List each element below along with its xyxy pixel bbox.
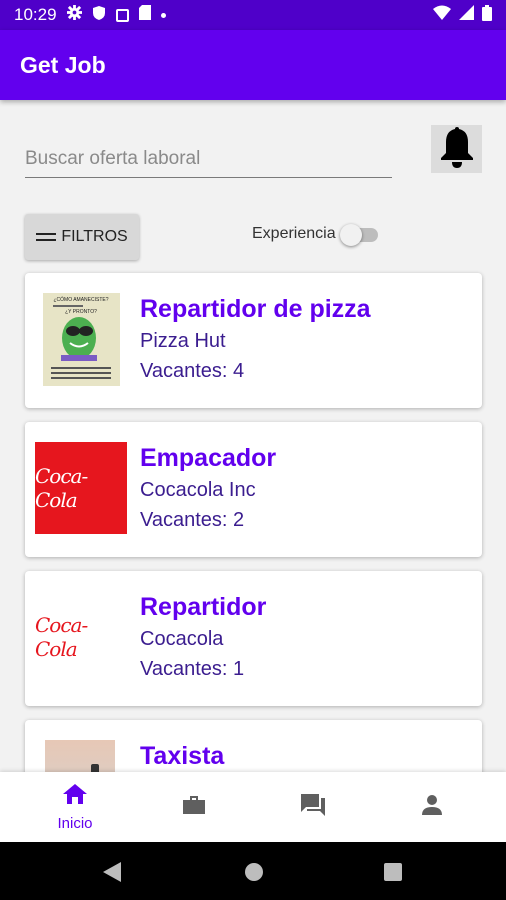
main-content: FILTROS Experiencia ¿CÓMO AMANECISTE? ¿Y… [0,100,506,772]
sd-card-icon [138,5,151,25]
job-card[interactable]: Taxista [25,720,482,772]
app-title: Get Job [20,51,106,78]
toggle-knob [339,224,362,246]
nav-profile[interactable] [369,772,495,842]
app-bar: Get Job [0,30,506,100]
nav-home[interactable]: Inicio [12,772,138,842]
experience-toggle[interactable] [339,224,378,246]
shield-icon [92,5,106,26]
status-bar: 10:29 [0,0,506,30]
job-title: Repartidor de pizza [140,295,371,323]
filters-button[interactable]: FILTROS [25,214,139,260]
notifications-button[interactable] [431,125,482,173]
nav-jobs[interactable] [131,772,257,842]
job-company: Pizza Hut [140,330,226,352]
job-card[interactable]: ¿CÓMO AMANECISTE? ¿Y PRONTO? Repartidor … [25,273,482,408]
search-input[interactable] [25,144,392,170]
cocacola-logo-text: Coca-Cola [35,464,88,512]
job-title: Taxista [140,742,225,770]
job-vacancies: Vacantes: 2 [140,509,245,531]
search-field[interactable] [25,144,392,178]
nav-home-label: Inicio [57,815,93,832]
job-vacancies: Vacantes: 4 [140,360,245,382]
system-navigation-bar [0,842,506,900]
experience-label: Experiencia [252,225,336,242]
person-icon [420,793,444,822]
job-logo-meme: ¿CÓMO AMANECISTE? ¿Y PRONTO? [43,293,120,386]
job-info: Repartidor Cocacola Vacantes: 1 [140,593,266,688]
home-icon [62,782,88,811]
nav-messages[interactable] [250,772,376,842]
briefcase-icon [181,793,207,822]
job-title: Empacador [140,444,277,472]
meme-sub-text: ¿Y PRONTO? [65,309,97,315]
menu-lines-icon [36,229,57,245]
home-circle-icon[interactable] [244,862,264,887]
job-vacancies: Vacantes: 1 [140,658,245,680]
settings-gear-icon [66,5,82,25]
signal-icon [459,5,474,25]
battery-icon [482,4,492,26]
job-company: Cocacola Inc [140,479,256,501]
app-notification-icon [115,8,129,22]
bottom-navigation: Inicio [0,772,506,842]
job-card[interactable]: Coca-Cola Repartidor Cocacola Vacantes: … [25,571,482,706]
job-logo-photo [45,740,115,772]
job-info: Taxista [140,742,224,772]
bell-icon [437,125,477,174]
recents-square-icon[interactable] [384,863,402,886]
job-logo-cocacola: Coca-Cola [35,442,127,534]
experience-switch-row: Experiencia [252,224,378,246]
job-info: Repartidor de pizza Pizza Hut Vacantes: … [140,295,371,390]
cocacola-logo-text: Coca-Cola [35,613,88,661]
status-time: 10:29 [14,5,57,24]
job-title: Repartidor [140,593,267,621]
back-icon[interactable] [103,862,121,887]
filters-label: FILTROS [61,228,128,245]
job-info: Empacador Cocacola Inc Vacantes: 2 [140,444,276,539]
job-company: Cocacola [140,628,224,650]
job-logo-cocacola: Coca-Cola [35,591,127,683]
meme-top-text: ¿CÓMO AMANECISTE? [53,296,108,303]
more-notifications-icon [160,12,166,18]
job-card[interactable]: Coca-Cola Empacador Cocacola Inc Vacante… [25,422,482,557]
chat-icon [299,792,327,823]
wifi-icon [433,5,451,25]
